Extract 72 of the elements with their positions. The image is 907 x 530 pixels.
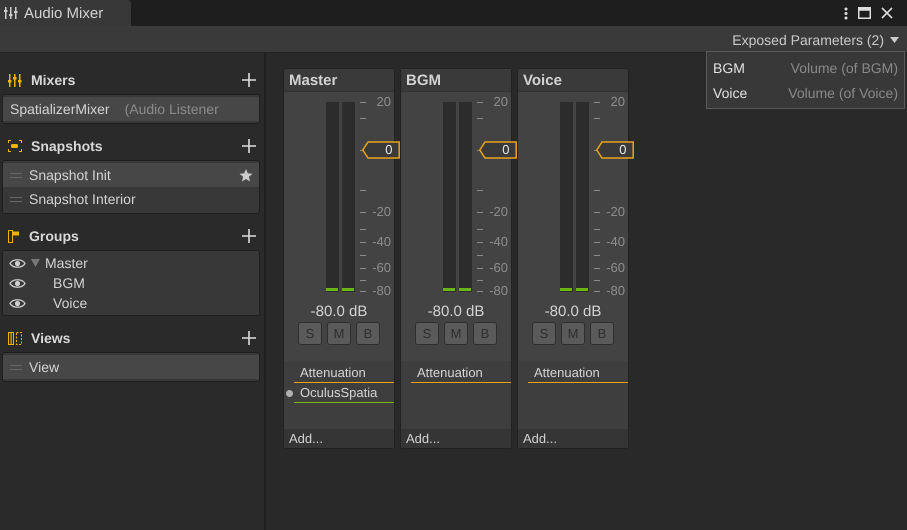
item-note: (Audio Listener xyxy=(124,101,219,117)
item-name: Snapshot Interior xyxy=(29,191,136,207)
scale-label: -60 xyxy=(489,261,508,275)
snapshot-icon xyxy=(8,140,22,152)
strip-title: Voice xyxy=(518,69,628,92)
add-icon[interactable] xyxy=(242,331,256,345)
scale-label: -20 xyxy=(372,205,391,219)
section-title: Groups xyxy=(29,228,79,244)
caret-icon xyxy=(890,37,899,43)
eye-icon[interactable] xyxy=(9,298,26,308)
more-options-icon[interactable] xyxy=(844,6,848,20)
drag-handle-icon[interactable] xyxy=(10,172,22,178)
scale-label: -80 xyxy=(489,284,508,298)
scale-label: -80 xyxy=(372,284,391,298)
scale-label: -40 xyxy=(372,235,391,249)
item-name: SpatializerMixer xyxy=(10,101,110,117)
item-name: View xyxy=(29,359,60,375)
strip-title: BGM xyxy=(401,69,511,92)
list-row[interactable]: Snapshot Init xyxy=(3,163,259,187)
scale-label: -20 xyxy=(489,205,508,219)
sliders-icon xyxy=(8,74,22,86)
close-icon[interactable] xyxy=(881,7,893,19)
add-effect-button[interactable]: Add... xyxy=(518,429,628,448)
expand-triangle-icon[interactable] xyxy=(31,259,40,267)
item-name: Snapshot Init xyxy=(29,167,111,183)
section-title: Views xyxy=(31,330,70,346)
add-icon[interactable] xyxy=(242,73,256,87)
section-title: Mixers xyxy=(31,72,76,88)
scale-label: -40 xyxy=(489,235,508,249)
fader-handle[interactable]: 0 xyxy=(478,141,517,159)
group-flag-icon xyxy=(8,230,20,242)
group-name[interactable]: Master xyxy=(45,255,88,271)
scale-label: -60 xyxy=(372,261,391,275)
parameter-name[interactable]: Voice xyxy=(713,84,748,100)
scale-label: -40 xyxy=(606,235,625,249)
group-name[interactable]: BGM xyxy=(53,275,85,291)
scale-label: 20 xyxy=(494,95,508,109)
window-tab[interactable]: Audio Mixer xyxy=(0,0,131,26)
parameter-description: Volume (of Voice) xyxy=(788,84,898,100)
add-effect-button[interactable]: Add... xyxy=(401,429,511,448)
effect-slot[interactable]: OculusSpatia xyxy=(294,384,394,402)
sliders-icon xyxy=(4,7,18,19)
add-icon[interactable] xyxy=(242,229,256,243)
scale-label: 20 xyxy=(610,95,625,109)
add-icon[interactable] xyxy=(242,139,256,153)
eye-icon[interactable] xyxy=(9,278,26,288)
add-effect-button[interactable]: Add... xyxy=(284,429,394,448)
scale-label: 20 xyxy=(376,95,391,109)
star-icon[interactable] xyxy=(239,168,253,182)
parameter-name[interactable]: BGM xyxy=(713,60,745,76)
volume-reading: -80.0 dB xyxy=(426,302,486,322)
exposed-parameters-dropdown[interactable]: Exposed Parameters (2) xyxy=(726,28,907,52)
maximize-icon[interactable] xyxy=(858,7,871,19)
parameter-description: Volume (of BGM) xyxy=(790,60,898,76)
list-row[interactable]: View xyxy=(3,355,259,379)
effect-slot[interactable]: Attenuation xyxy=(294,364,394,382)
list-row[interactable]: Snapshot Interior xyxy=(3,187,259,211)
group-name[interactable]: Voice xyxy=(53,295,88,311)
strip-title: Master xyxy=(284,69,394,92)
section-title: Snapshots xyxy=(31,138,103,154)
volume-reading: -80.0 dB xyxy=(310,302,368,322)
scale-label: -80 xyxy=(606,284,625,298)
list-row[interactable]: SpatializerMixer (Audio Listener xyxy=(3,97,259,121)
columns-icon xyxy=(8,332,22,344)
fader-handle[interactable]: 0 xyxy=(362,141,400,159)
eye-icon[interactable] xyxy=(9,258,26,268)
fader-handle[interactable]: 0 xyxy=(596,141,634,159)
drag-handle-icon[interactable] xyxy=(10,196,22,202)
volume-reading: -80.0 dB xyxy=(544,302,602,322)
drag-handle-icon[interactable] xyxy=(10,364,22,370)
scale-label: -20 xyxy=(606,205,625,219)
scale-label: -60 xyxy=(606,261,625,275)
